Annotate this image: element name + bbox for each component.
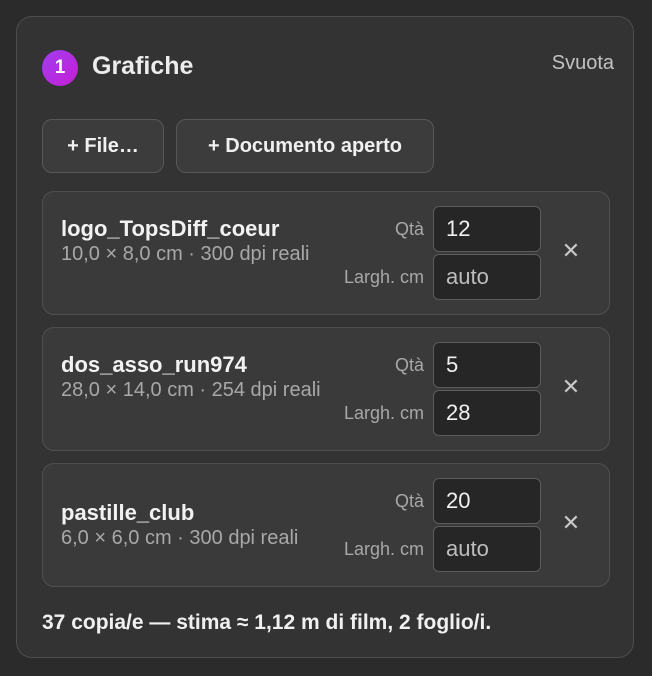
width-input[interactable] [433,254,541,300]
width-label: Largh. cm [343,267,424,287]
qty-input[interactable] [433,342,541,388]
summary-text: 37 copia/e — stima ≈ 1,12 m di film, 2 f… [42,611,492,634]
graphic-item: logo_TopsDiff_coeur 10,0 × 8,0 cm · 300 … [42,191,610,315]
item-meta: 28,0 × 14,0 cm · 254 dpi reali [61,379,321,401]
close-icon[interactable]: ✕ [559,239,583,263]
close-icon[interactable]: ✕ [559,511,583,535]
item-name: pastille_club [61,500,195,525]
width-input[interactable] [433,526,541,572]
add-open-document-button[interactable]: + Documento aperto [176,119,434,173]
item-name: logo_TopsDiff_coeur [61,216,280,241]
qty-label: Qtà [394,219,424,239]
qty-label: Qtà [394,355,424,375]
width-input[interactable] [433,390,541,436]
close-icon[interactable]: ✕ [559,375,583,399]
step-badge: 1 [42,50,78,86]
panel-header: 1 Grafiche Svuota [42,49,614,86]
clear-button[interactable]: Svuota [552,52,614,75]
qty-input[interactable] [433,206,541,252]
item-meta: 6,0 × 6,0 cm · 300 dpi reali [61,527,299,549]
item-name: dos_asso_run974 [61,352,247,377]
qty-input[interactable] [433,478,541,524]
graphics-panel: 1 Grafiche Svuota + File… + Documento ap… [16,16,634,658]
add-file-button[interactable]: + File… [42,119,164,173]
width-label: Largh. cm [343,539,424,559]
graphic-item: dos_asso_run974 28,0 × 14,0 cm · 254 dpi… [42,327,610,451]
width-label: Largh. cm [343,403,424,423]
item-meta: 10,0 × 8,0 cm · 300 dpi reali [61,243,310,265]
panel-title: Grafiche [92,52,194,80]
graphic-item: pastille_club 6,0 × 6,0 cm · 300 dpi rea… [42,463,610,587]
qty-label: Qtà [394,491,424,511]
